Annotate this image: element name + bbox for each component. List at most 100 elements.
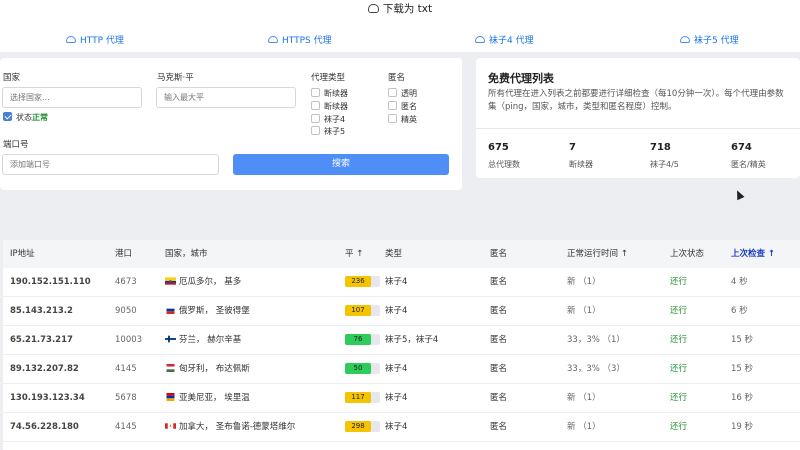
search-button[interactable]: 搜索	[233, 154, 449, 175]
cell-last-status: 还行	[670, 306, 688, 316]
cell-ip[interactable]: 130.193.123.34	[10, 384, 85, 413]
proxy-type-http[interactable]: 断续器	[311, 88, 348, 99]
anon-elite[interactable]: 精英	[388, 114, 417, 125]
cloud-download-icon	[367, 4, 379, 13]
cell-type: 袜子4	[385, 364, 408, 374]
cloud-download-icon	[268, 36, 278, 43]
proxy-type-socks5[interactable]: 袜子5	[311, 126, 345, 137]
location-text: 俄罗斯， 圣彼得堡	[179, 306, 250, 316]
cell-last-status: 还行	[670, 422, 688, 432]
table-row[interactable]: 74.56.228.180 4145 加拿大， 圣布鲁诺-德蒙塔维尔 298 袜子4 匿名…	[3, 413, 800, 442]
cell-last-status: 还行	[670, 277, 688, 287]
cell-uptime: 新 （1）	[567, 422, 601, 432]
port-label: 端口号	[3, 140, 29, 150]
cloud-download-icon	[680, 36, 690, 43]
cell-uptime: 新 （1）	[567, 306, 601, 316]
th-type[interactable]: 类型	[385, 240, 402, 268]
ping-badge: 236	[345, 276, 371, 287]
country-select[interactable]	[2, 87, 142, 108]
checkbox-label: 袜子5	[324, 127, 346, 136]
anon-anonymous[interactable]: 匿名	[388, 101, 417, 112]
table-row[interactable]: 89.132.207.82 4145 匈牙利， 布达佩斯 50 袜子4 匿名 33，3% （…	[3, 355, 800, 384]
cell-ip[interactable]: 85.143.213.2	[10, 297, 73, 326]
divider	[476, 128, 800, 129]
cell-last-check: 6 秒	[731, 306, 748, 316]
cell-location: 加拿大， 圣布鲁诺-德蒙塔维尔	[165, 413, 295, 442]
cell-ip[interactable]: 65.21.73.217	[10, 326, 73, 355]
anon-label: 匿名	[388, 73, 406, 83]
th-last-status[interactable]: 上次状态	[670, 240, 704, 268]
tab-https-proxy[interactable]: HTTPS 代理	[268, 33, 332, 46]
stat-socks-value: 718	[650, 142, 671, 153]
cell-port: 10003	[115, 335, 143, 345]
cell-ip[interactable]: 74.56.228.180	[10, 413, 79, 442]
th-port[interactable]: 港口	[115, 240, 132, 268]
tab-socks4-proxy[interactable]: 袜子4 代理	[475, 33, 534, 46]
checkbox-icon	[388, 88, 397, 97]
download-txt-link[interactable]: 下载为 txt	[0, 1, 800, 16]
th-last-check[interactable]: 上次检查 ↑	[731, 240, 775, 268]
ping-badge: 50	[345, 363, 371, 374]
cloud-download-icon	[475, 36, 485, 43]
stat-http-value: 7	[569, 142, 576, 153]
cell-last-check: 15 秒	[731, 364, 754, 374]
maxping-input[interactable]	[156, 87, 296, 108]
location-text: 加拿大， 圣布鲁诺-德蒙塔维尔	[179, 422, 296, 432]
cell-location: 芬兰， 赫尔辛基	[165, 326, 241, 355]
table-row[interactable]: 85.143.213.2 9050 俄罗斯， 圣彼得堡 107 袜子4 匿名 新 （1） 还行…	[3, 297, 800, 326]
cell-uptime: 新 （1）	[567, 277, 601, 287]
flag-ecuador-icon	[165, 277, 176, 285]
proxy-table: IP地址 港口 国家，城市 平 ↑ 类型 匿名 正常运行时间 ↑ 上次状态 上次…	[3, 240, 800, 450]
table-row[interactable]: 65.21.73.217 10003 芬兰， 赫尔辛基 76 袜子5，袜子4 匿名 33，3…	[3, 326, 800, 355]
cell-last-check: 16 秒	[731, 393, 754, 403]
cell-location: 亚美尼亚， 埃里温	[165, 384, 250, 413]
port-input[interactable]	[2, 154, 219, 175]
cloud-download-icon	[66, 36, 76, 43]
checkbox-icon	[388, 101, 397, 110]
checkbox-label: 透明	[401, 89, 417, 98]
cell-ip[interactable]: 190.152.151.110	[10, 268, 91, 297]
cell-type: 袜子4	[385, 277, 408, 287]
cell-port: 4145	[115, 364, 137, 374]
stat-anon-value: 674	[731, 142, 752, 153]
location-text: 亚美尼亚， 埃里温	[179, 393, 250, 403]
status-checkbox[interactable]: 状态正常	[3, 112, 48, 123]
free-list-title: 免费代理列表	[488, 72, 554, 85]
status-value: 正常	[32, 113, 48, 122]
tab-label: HTTPS 代理	[282, 36, 332, 46]
checkbox-label: 精英	[401, 115, 417, 124]
checkbox-icon	[311, 126, 320, 135]
th-uptime[interactable]: 正常运行时间 ↑	[567, 240, 628, 268]
proxy-type-https[interactable]: 断续器	[311, 101, 348, 112]
anon-transparent[interactable]: 透明	[388, 88, 417, 99]
location-text: 厄瓜多尔， 基多	[179, 277, 242, 287]
th-ping[interactable]: 平 ↑	[345, 240, 363, 268]
cell-location: 匈牙利， 布达佩斯	[165, 355, 250, 384]
download-bar: 下载为 txt HTTP 代理 HTTPS 代理 袜子4 代理 袜子5 代理	[0, 0, 800, 52]
cell-last-status: 还行	[670, 335, 688, 345]
checkbox-icon	[311, 101, 320, 110]
cell-type: 袜子4	[385, 422, 408, 432]
tab-http-proxy[interactable]: HTTP 代理	[66, 33, 124, 46]
table-row[interactable]: 130.193.123.34 5678 亚美尼亚， 埃里温 117 袜子4 匿名 新 （1）…	[3, 384, 800, 413]
tab-socks5-proxy[interactable]: 袜子5 代理	[680, 33, 739, 46]
cell-type: 袜子4	[385, 393, 408, 403]
checkbox-label: 断续器	[324, 89, 348, 98]
cell-anonymity: 匿名	[490, 306, 508, 316]
cell-port: 4145	[115, 422, 137, 432]
th-location[interactable]: 国家，城市	[165, 240, 208, 268]
checkbox-icon	[388, 114, 397, 123]
table-row[interactable]: 190.152.151.110 4673 厄瓜多尔， 基多 236 袜子4 匿名 新 （1）…	[3, 268, 800, 297]
cell-location: 俄罗斯， 圣彼得堡	[165, 297, 250, 326]
ping-badge: 76	[345, 334, 371, 345]
cell-uptime: 33，3% （1）	[567, 335, 625, 345]
proxy-type-socks4[interactable]: 袜子4	[311, 114, 345, 125]
flag-armenia-icon	[166, 393, 175, 401]
cell-last-check: 15 秒	[731, 335, 754, 345]
th-ip[interactable]: IP地址	[10, 240, 35, 268]
stat-http-label: 断续器	[569, 160, 593, 169]
flag-canada-icon	[165, 423, 176, 429]
th-anon[interactable]: 匿名	[490, 240, 507, 268]
checkbox-label: 匿名	[401, 102, 417, 111]
cell-ip[interactable]: 89.132.207.82	[10, 355, 79, 384]
